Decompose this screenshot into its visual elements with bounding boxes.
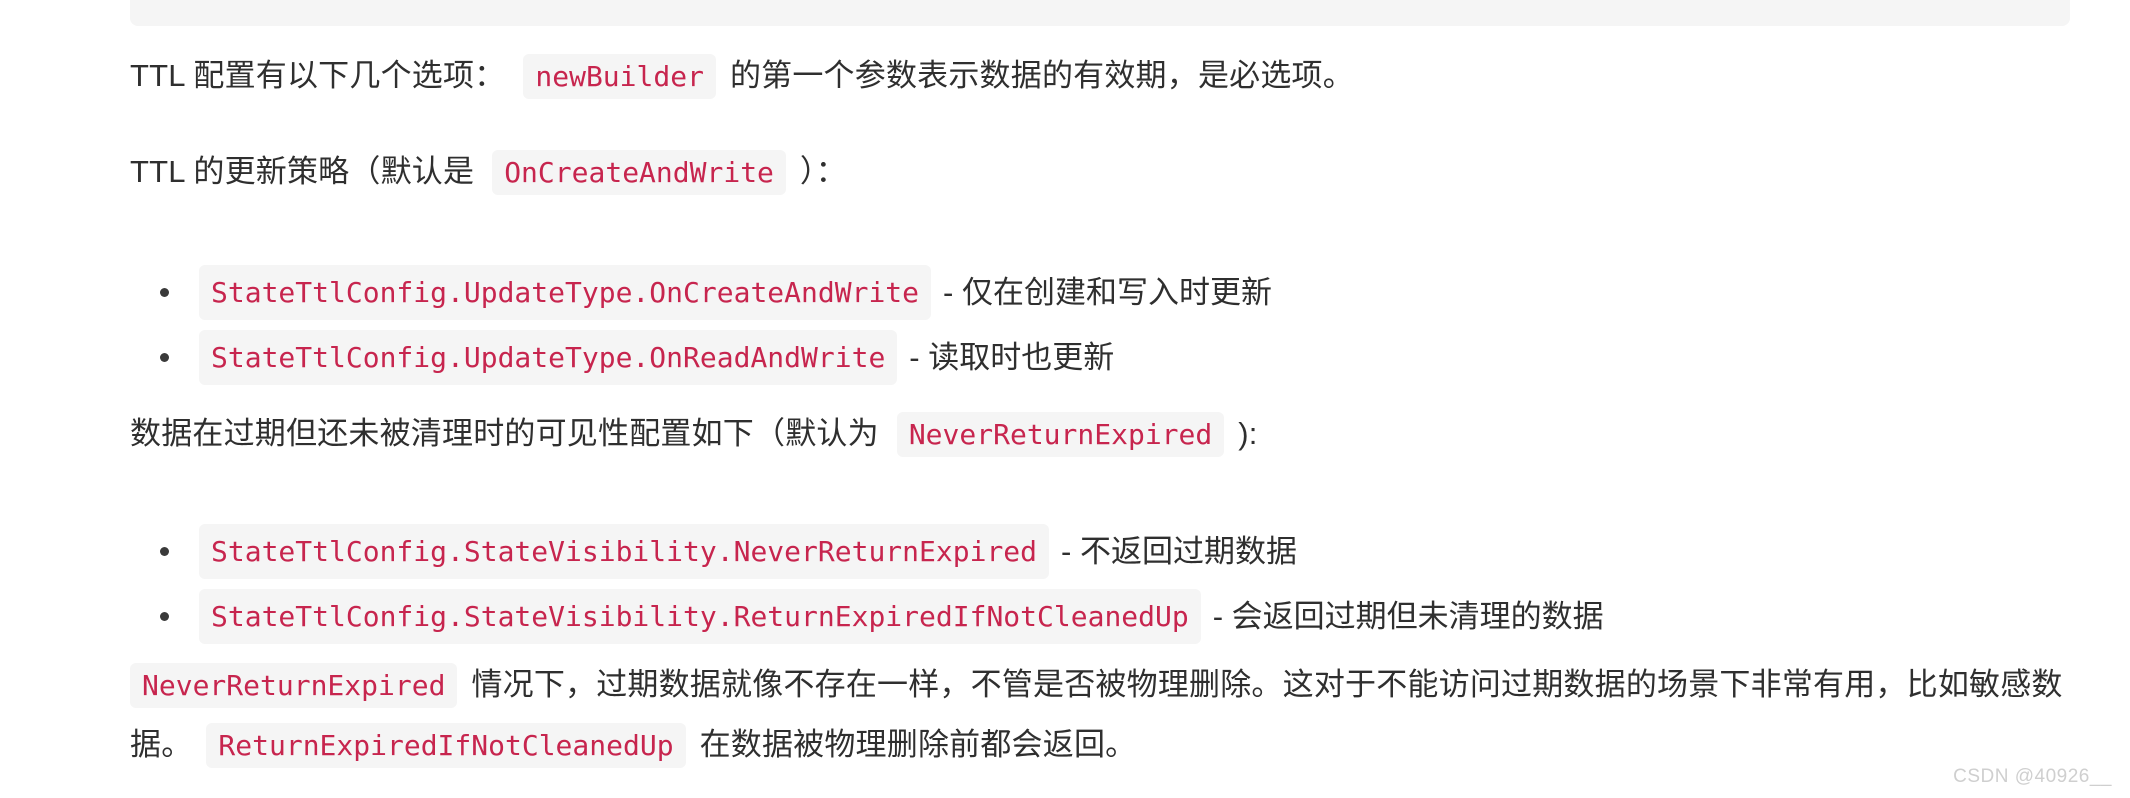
bullet-dot-icon	[160, 353, 169, 363]
list-item: StateTtlConfig.StateVisibility.ReturnExp…	[160, 589, 2090, 645]
paragraph-ttl-update-policy-tail: ）：	[799, 154, 847, 189]
paragraph-ttl-options: TTL 配置有以下几个选项： newBuilder 的第一个参数表示数据的有效期，是…	[130, 52, 2090, 100]
list-item: StateTtlConfig.UpdateType.OnReadAndWrite…	[160, 330, 2090, 386]
inline-code-neverreturnexpired-summary: NeverReturnExpired	[130, 663, 458, 708]
bullet-dot-icon	[160, 547, 169, 557]
inline-code-neverreturnexpired: NeverReturnExpired	[896, 412, 1225, 457]
inline-code-returnexpiredifnotcleanedup-summary: ReturnExpiredIfNotCleanedUp	[206, 723, 686, 769]
list-item-description: - 不返回过期数据	[1061, 533, 1297, 569]
csdn-watermark: CSDN @40926__	[1953, 766, 2112, 787]
paragraph-summary-text-second: 在数据被物理删除前都会返回。	[699, 727, 1137, 763]
paragraph-ttl-options-tail: 的第一个参数表示数据的有效期，是必选项。	[729, 58, 1354, 93]
list-item: StateTtlConfig.UpdateType.OnCreateAndWri…	[160, 265, 2090, 321]
paragraph-visibility-config-lead: 数据在过期但还未被清理时的可见性配置如下（默认为	[130, 416, 879, 451]
list-item-description: - 仅在创建和写入时更新	[943, 274, 1272, 310]
paragraph-ttl-update-policy: TTL 的更新策略（默认是 OnCreateAndWrite ）：	[130, 148, 2090, 196]
inline-code-statevisibility-neverreturnexpired: StateTtlConfig.StateVisibility.NeverRetu…	[199, 524, 1050, 580]
bullet-dot-icon	[160, 288, 169, 298]
paragraph-ttl-update-policy-lead: TTL 的更新策略（默认是	[130, 154, 475, 189]
bullet-dot-icon	[160, 612, 169, 622]
paragraph-visibility-config: 数据在过期但还未被清理时的可见性配置如下（默认为 NeverReturnExpir…	[130, 410, 2090, 458]
list-item-description: - 读取时也更新	[909, 339, 1115, 375]
inline-code-oncreateandwrite: OnCreateAndWrite	[492, 150, 786, 195]
paragraph-visibility-config-tail: ):	[1238, 416, 1258, 451]
inline-code-updatetype-onreadandwrite: StateTtlConfig.UpdateType.OnReadAndWrite	[199, 330, 898, 386]
inline-code-newbuilder: newBuilder	[523, 54, 716, 99]
inline-code-statevisibility-returnexpiredifnotcleanedup: StateTtlConfig.StateVisibility.ReturnExp…	[199, 589, 1201, 645]
inline-code-updatetype-oncreateandwrite: StateTtlConfig.UpdateType.OnCreateAndWri…	[199, 265, 932, 321]
list-item-description: - 会返回过期但未清理的数据	[1212, 598, 1604, 634]
paragraph-summary: NeverReturnExpired 情况下，过期数据就像不存在一样，不管是否被物…	[130, 655, 2120, 776]
code-block-bottom-edge	[130, 0, 2070, 26]
paragraph-ttl-options-lead: TTL 配置有以下几个选项：	[130, 58, 506, 93]
list-item: StateTtlConfig.StateVisibility.NeverRetu…	[160, 524, 2090, 580]
